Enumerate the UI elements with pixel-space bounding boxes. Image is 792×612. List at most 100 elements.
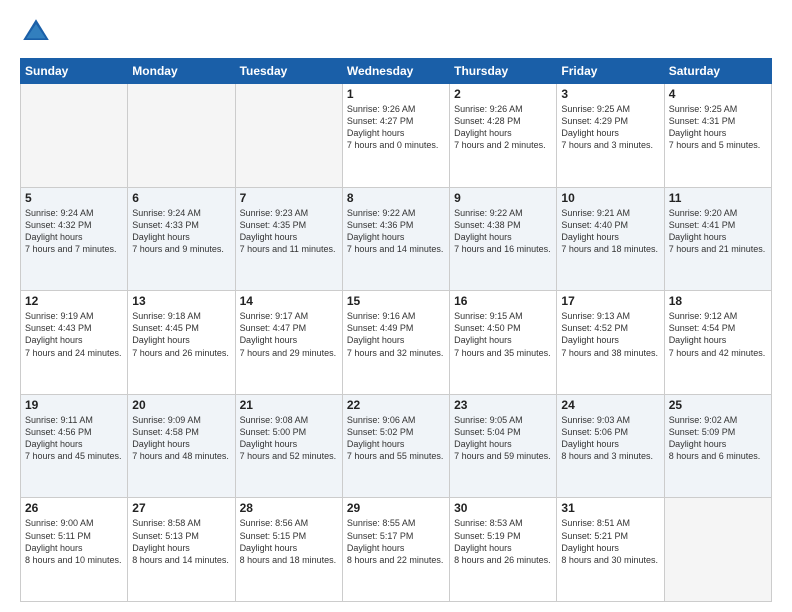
day-number: 6 [132,191,230,205]
day-header-monday: Monday [128,59,235,84]
day-cell-11: 11 Sunrise: 9:20 AMSunset: 4:41 PMDayligh… [664,187,771,291]
day-number: 12 [25,294,123,308]
day-cell-26: 26 Sunrise: 9:00 AMSunset: 5:11 PMDayligh… [21,498,128,602]
day-info: Sunrise: 9:24 AMSunset: 4:32 PMDaylight … [25,207,123,256]
day-number: 29 [347,501,445,515]
day-info: Sunrise: 8:56 AMSunset: 5:15 PMDaylight … [240,517,338,566]
calendar-week-3: 19 Sunrise: 9:11 AMSunset: 4:56 PMDayligh… [21,394,772,498]
day-info: Sunrise: 9:15 AMSunset: 4:50 PMDaylight … [454,310,552,359]
day-cell-23: 23Sunrise: 9:05 AMSunset: 5:04 PMDayligh… [450,394,557,498]
day-cell-8: 8 Sunrise: 9:22 AMSunset: 4:36 PMDaylight… [342,187,449,291]
day-number: 21 [240,398,338,412]
day-cell-24: 24 Sunrise: 9:03 AMSunset: 5:06 PMDayligh… [557,394,664,498]
day-number: 18 [669,294,767,308]
day-cell-6: 6 Sunrise: 9:24 AMSunset: 4:33 PMDaylight… [128,187,235,291]
day-info: Sunrise: 9:03 AMSunset: 5:06 PMDaylight … [561,414,659,463]
empty-cell [128,84,235,188]
day-cell-9: 9Sunrise: 9:22 AMSunset: 4:38 PMDaylight… [450,187,557,291]
day-number: 26 [25,501,123,515]
day-info: Sunrise: 9:26 AMSunset: 4:28 PMDaylight … [454,103,552,152]
day-info: Sunrise: 9:22 AMSunset: 4:38 PMDaylight … [454,207,552,256]
day-cell-20: 20 Sunrise: 9:09 AMSunset: 4:58 PMDayligh… [128,394,235,498]
day-number: 15 [347,294,445,308]
calendar-week-4: 26 Sunrise: 9:00 AMSunset: 5:11 PMDayligh… [21,498,772,602]
calendar-week-1: 5 Sunrise: 9:24 AMSunset: 4:32 PMDaylight… [21,187,772,291]
day-cell-27: 27Sunrise: 8:58 AMSunset: 5:13 PMDayligh… [128,498,235,602]
day-header-thursday: Thursday [450,59,557,84]
day-info: Sunrise: 8:53 AMSunset: 5:19 PMDaylight … [454,517,552,566]
day-header-saturday: Saturday [664,59,771,84]
day-cell-14: 14Sunrise: 9:17 AMSunset: 4:47 PMDayligh… [235,291,342,395]
day-cell-22: 22Sunrise: 9:06 AMSunset: 5:02 PMDayligh… [342,394,449,498]
day-number: 30 [454,501,552,515]
day-info: Sunrise: 9:00 AMSunset: 5:11 PMDaylight … [25,517,123,566]
day-cell-19: 19 Sunrise: 9:11 AMSunset: 4:56 PMDayligh… [21,394,128,498]
day-number: 31 [561,501,659,515]
day-info: Sunrise: 9:25 AMSunset: 4:29 PMDaylight … [561,103,659,152]
day-number: 4 [669,87,767,101]
day-cell-28: 28 Sunrise: 8:56 AMSunset: 5:15 PMDayligh… [235,498,342,602]
day-info: Sunrise: 9:24 AMSunset: 4:33 PMDaylight … [132,207,230,256]
day-number: 25 [669,398,767,412]
day-info: Sunrise: 9:22 AMSunset: 4:36 PMDaylight … [347,207,445,256]
day-number: 16 [454,294,552,308]
day-cell-12: 12Sunrise: 9:19 AMSunset: 4:43 PMDayligh… [21,291,128,395]
empty-cell [664,498,771,602]
day-number: 17 [561,294,659,308]
day-number: 2 [454,87,552,101]
day-number: 19 [25,398,123,412]
day-number: 7 [240,191,338,205]
day-cell-5: 5 Sunrise: 9:24 AMSunset: 4:32 PMDaylight… [21,187,128,291]
day-number: 5 [25,191,123,205]
day-info: Sunrise: 9:08 AMSunset: 5:00 PMDaylight … [240,414,338,463]
day-info: Sunrise: 9:26 AMSunset: 4:27 PMDaylight … [347,103,445,152]
day-number: 14 [240,294,338,308]
day-number: 8 [347,191,445,205]
day-number: 20 [132,398,230,412]
day-cell-2: 2 Sunrise: 9:26 AMSunset: 4:28 PMDaylight… [450,84,557,188]
day-cell-4: 4Sunrise: 9:25 AMSunset: 4:31 PMDaylight… [664,84,771,188]
day-number: 1 [347,87,445,101]
day-info: Sunrise: 9:23 AMSunset: 4:35 PMDaylight … [240,207,338,256]
calendar: SundayMondayTuesdayWednesdayThursdayFrid… [20,58,772,602]
page: SundayMondayTuesdayWednesdayThursdayFrid… [0,0,792,612]
day-cell-17: 17 Sunrise: 9:13 AMSunset: 4:52 PMDayligh… [557,291,664,395]
day-cell-16: 16 Sunrise: 9:15 AMSunset: 4:50 PMDayligh… [450,291,557,395]
day-number: 24 [561,398,659,412]
empty-cell [21,84,128,188]
calendar-week-0: 1 Sunrise: 9:26 AMSunset: 4:27 PMDaylight… [21,84,772,188]
day-number: 11 [669,191,767,205]
day-cell-15: 15 Sunrise: 9:16 AMSunset: 4:49 PMDayligh… [342,291,449,395]
day-info: Sunrise: 9:21 AMSunset: 4:40 PMDaylight … [561,207,659,256]
day-info: Sunrise: 9:18 AMSunset: 4:45 PMDaylight … [132,310,230,359]
day-number: 13 [132,294,230,308]
day-info: Sunrise: 9:20 AMSunset: 4:41 PMDaylight … [669,207,767,256]
day-header-wednesday: Wednesday [342,59,449,84]
day-number: 28 [240,501,338,515]
day-number: 10 [561,191,659,205]
day-info: Sunrise: 9:09 AMSunset: 4:58 PMDaylight … [132,414,230,463]
day-cell-31: 31 Sunrise: 8:51 AMSunset: 5:21 PMDayligh… [557,498,664,602]
day-cell-29: 29 Sunrise: 8:55 AMSunset: 5:17 PMDayligh… [342,498,449,602]
day-number: 23 [454,398,552,412]
day-number: 22 [347,398,445,412]
day-info: Sunrise: 8:55 AMSunset: 5:17 PMDaylight … [347,517,445,566]
day-header-friday: Friday [557,59,664,84]
day-cell-21: 21 Sunrise: 9:08 AMSunset: 5:00 PMDayligh… [235,394,342,498]
day-header-sunday: Sunday [21,59,128,84]
header [20,16,772,48]
day-info: Sunrise: 8:51 AMSunset: 5:21 PMDaylight … [561,517,659,566]
day-info: Sunrise: 9:11 AMSunset: 4:56 PMDaylight … [25,414,123,463]
day-header-tuesday: Tuesday [235,59,342,84]
day-cell-30: 30 Sunrise: 8:53 AMSunset: 5:19 PMDayligh… [450,498,557,602]
day-cell-13: 13 Sunrise: 9:18 AMSunset: 4:45 PMDayligh… [128,291,235,395]
day-number: 3 [561,87,659,101]
day-info: Sunrise: 9:02 AMSunset: 5:09 PMDaylight … [669,414,767,463]
day-cell-18: 18Sunrise: 9:12 AMSunset: 4:54 PMDayligh… [664,291,771,395]
logo-icon [20,16,52,48]
calendar-week-2: 12Sunrise: 9:19 AMSunset: 4:43 PMDayligh… [21,291,772,395]
day-cell-3: 3 Sunrise: 9:25 AMSunset: 4:29 PMDaylight… [557,84,664,188]
day-info: Sunrise: 9:13 AMSunset: 4:52 PMDaylight … [561,310,659,359]
day-cell-1: 1 Sunrise: 9:26 AMSunset: 4:27 PMDaylight… [342,84,449,188]
day-info: Sunrise: 9:16 AMSunset: 4:49 PMDaylight … [347,310,445,359]
